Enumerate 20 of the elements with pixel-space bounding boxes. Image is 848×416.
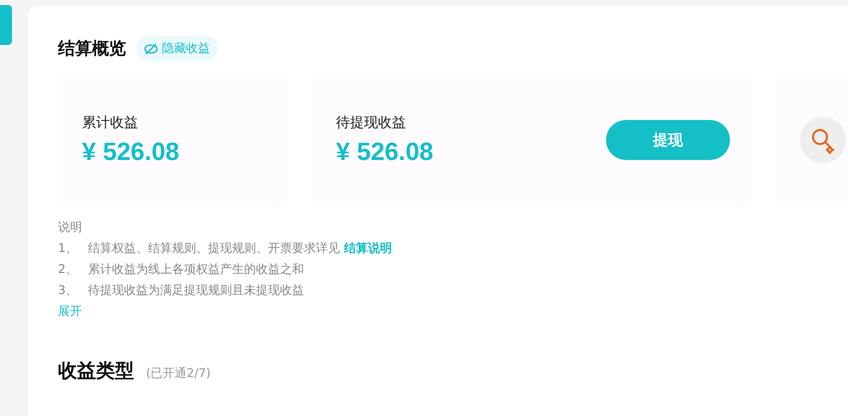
stat-amount: ¥ 526.08	[82, 138, 180, 166]
side-tab[interactable]	[0, 5, 12, 45]
note-index: 2、	[58, 261, 79, 278]
note-text: 结算权益、结算规则、提现规则、开票要求详见	[88, 240, 340, 257]
eye-off-icon	[144, 42, 158, 56]
note-text: 待提现收益为满足提现规则且未提现收益	[88, 282, 304, 299]
note-index: 3、	[58, 282, 79, 299]
note-index: 1、	[58, 240, 79, 257]
section-title: 结算概览	[58, 38, 126, 60]
notes-heading: 说明	[58, 219, 83, 236]
stat-amount: ¥ 526.08	[336, 138, 434, 166]
stat-label: 待提现收益	[336, 114, 407, 132]
stat-label: 累计收益	[82, 114, 139, 132]
section-title: 收益类型	[58, 359, 134, 384]
activated-count: (已开通2/7)	[146, 365, 211, 382]
withdraw-button[interactable]: 提现	[606, 120, 730, 160]
hide-earnings-button[interactable]: 隐藏收益	[136, 36, 218, 61]
settlement-link[interactable]: 结算说明	[344, 240, 392, 257]
note-text: 累计收益为线上各项权益产生的收益之和	[88, 261, 304, 278]
expand-link[interactable]: 展开	[58, 303, 848, 320]
